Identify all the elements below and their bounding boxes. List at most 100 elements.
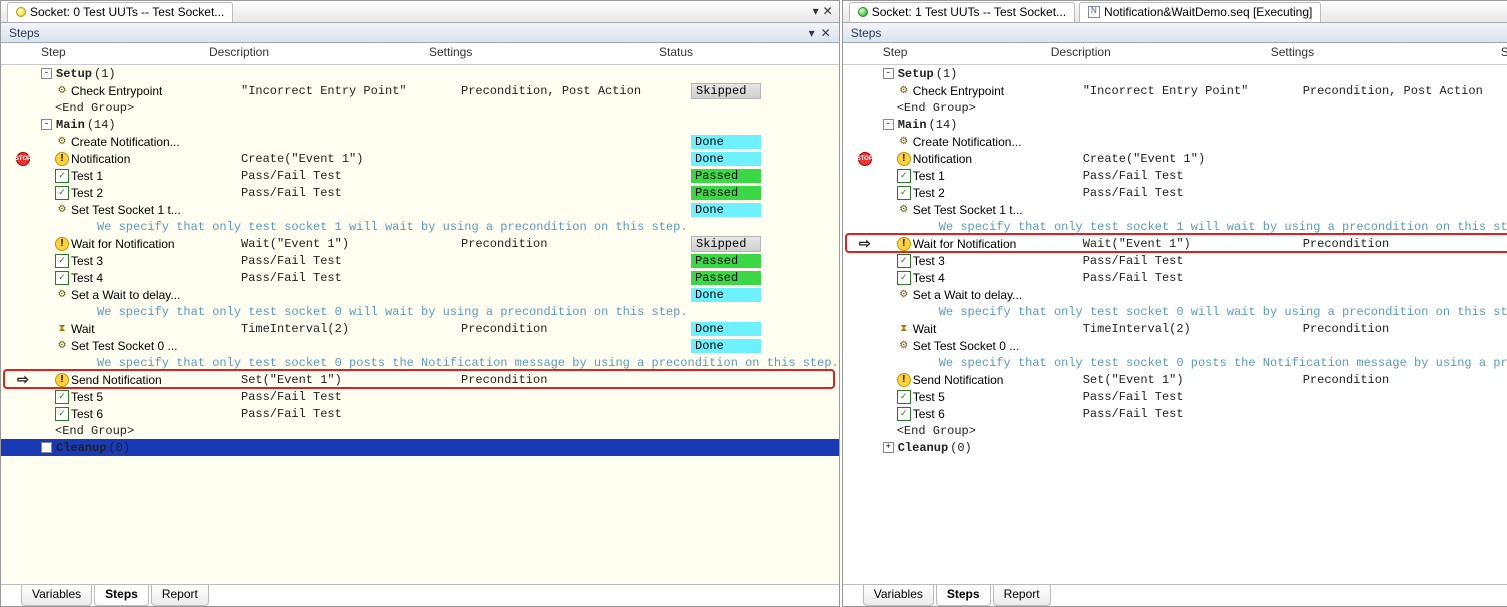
- step-row[interactable]: ✓Test 6Pass/Fail Test: [843, 405, 1507, 422]
- step-settings: Precondition: [461, 322, 691, 336]
- expand-toggle-icon[interactable]: -: [883, 68, 894, 79]
- close-panel-icon[interactable]: ✕: [821, 26, 831, 40]
- col-desc[interactable]: Description: [1043, 43, 1263, 64]
- pin-icon[interactable]: ▾: [813, 4, 819, 19]
- col-settings[interactable]: Settings: [1263, 43, 1493, 64]
- step-name: ✓Test 1: [883, 169, 1083, 183]
- step-row[interactable]: We specify that only test socket 0 will …: [1, 303, 839, 320]
- step-row[interactable]: +Cleanup (0): [1, 439, 839, 456]
- passfail-icon: ✓: [897, 271, 911, 285]
- step-row[interactable]: ⚙Create Notification...Done: [1, 133, 839, 150]
- step-row[interactable]: <End Group>: [1, 99, 839, 116]
- col-step[interactable]: Step: [843, 43, 1043, 64]
- step-row[interactable]: ⧗WaitTimeInterval(2)Precondition: [843, 320, 1507, 337]
- step-settings: Precondition: [1303, 373, 1507, 387]
- step-row[interactable]: STOP!NotificationCreate("Event 1")Done: [1, 150, 839, 167]
- step-status: Done: [691, 339, 761, 353]
- step-row[interactable]: ⚙Set Test Socket 1 t...Done: [843, 201, 1507, 218]
- step-row[interactable]: ✓Test 1Pass/Fail TestPassed: [1, 167, 839, 184]
- tab-steps[interactable]: Steps: [94, 585, 149, 606]
- tab-report[interactable]: Report: [993, 585, 1051, 606]
- step-row[interactable]: ✓Test 2Pass/Fail TestPassed: [1, 184, 839, 201]
- close-icon[interactable]: ✕: [823, 4, 833, 19]
- expand-toggle-icon[interactable]: +: [41, 442, 52, 453]
- col-settings[interactable]: Settings: [421, 43, 651, 64]
- action-icon: ⚙: [897, 135, 911, 149]
- tab-socket-1[interactable]: Socket: 1 Test UUTs -- Test Socket...: [849, 2, 1075, 22]
- step-row[interactable]: ⚙Create Notification...Done: [843, 133, 1507, 150]
- step-row[interactable]: ✓Test 1Pass/Fail TestPassed: [843, 167, 1507, 184]
- breakpoint-icon[interactable]: STOP: [858, 152, 872, 166]
- bottom-tabs: Variables Steps Report: [843, 584, 1507, 606]
- step-row[interactable]: !Wait for NotificationWait("Event 1")Pre…: [1, 235, 839, 252]
- step-row[interactable]: ⚙Set Test Socket 0 ...Done: [1, 337, 839, 354]
- step-row[interactable]: ✓Test 5Pass/Fail Test: [843, 388, 1507, 405]
- col-desc[interactable]: Description: [201, 43, 421, 64]
- step-row[interactable]: ⚙Set Test Socket 0 ...: [843, 337, 1507, 354]
- comment-text: We specify that only test socket 0 will …: [41, 305, 688, 319]
- step-name: <End Group>: [41, 424, 241, 438]
- step-row[interactable]: ⧗WaitTimeInterval(2)PreconditionDone: [1, 320, 839, 337]
- step-row[interactable]: We specify that only test socket 0 posts…: [843, 354, 1507, 371]
- steps-body[interactable]: -Setup (1)⚙Check Entrypoint"Incorrect En…: [1, 65, 839, 584]
- step-row[interactable]: -Setup (1): [843, 65, 1507, 82]
- col-status[interactable]: Status: [651, 43, 839, 64]
- step-row[interactable]: ⇨!Wait for NotificationWait("Event 1")Pr…: [843, 235, 1507, 252]
- step-row[interactable]: <End Group>: [1, 422, 839, 439]
- step-row[interactable]: ✓Test 3Pass/Fail TestPassed: [1, 252, 839, 269]
- dropdown-icon[interactable]: ▾: [809, 26, 815, 40]
- col-step[interactable]: Step: [1, 43, 201, 64]
- step-row[interactable]: ✓Test 4Pass/Fail Test: [843, 269, 1507, 286]
- tab-socket-0[interactable]: Socket: 0 Test UUTs -- Test Socket...: [7, 2, 233, 22]
- step-row[interactable]: We specify that only test socket 0 posts…: [1, 354, 839, 371]
- step-row[interactable]: We specify that only test socket 0 will …: [843, 303, 1507, 320]
- step-row[interactable]: ⚙Set a Wait to delay...Done: [1, 286, 839, 303]
- tab-report[interactable]: Report: [151, 585, 209, 606]
- step-description: Create("Event 1"): [1083, 152, 1303, 166]
- step-row[interactable]: ⚙Set Test Socket 1 t...Done: [1, 201, 839, 218]
- step-row[interactable]: ⚙Check Entrypoint"Incorrect Entry Point"…: [1, 82, 839, 99]
- step-name: ⚙Set a Wait to delay...: [883, 288, 1083, 302]
- expand-toggle-icon[interactable]: -: [883, 119, 894, 130]
- step-row[interactable]: ✓Test 5Pass/Fail Test: [1, 388, 839, 405]
- step-settings: Precondition: [1303, 322, 1507, 336]
- expand-toggle-icon[interactable]: -: [41, 68, 52, 79]
- tab-sequence-file[interactable]: Notification&WaitDemo.seq [Executing]: [1079, 2, 1321, 22]
- step-row[interactable]: -Main (14): [843, 116, 1507, 133]
- step-row[interactable]: -Main (14): [1, 116, 839, 133]
- warning-icon: !: [897, 373, 911, 387]
- step-row[interactable]: +Cleanup (0): [843, 439, 1507, 456]
- step-row[interactable]: ✓Test 3Pass/Fail Test: [843, 252, 1507, 269]
- tab-variables[interactable]: Variables: [21, 585, 92, 606]
- step-description: Pass/Fail Test: [241, 271, 461, 285]
- breakpoint-icon[interactable]: STOP: [16, 152, 30, 166]
- action-icon: ⚙: [897, 84, 911, 98]
- step-row[interactable]: We specify that only test socket 1 will …: [1, 218, 839, 235]
- step-settings: Precondition: [1303, 237, 1507, 251]
- step-row[interactable]: !Send NotificationSet("Event 1")Precondi…: [843, 371, 1507, 388]
- passfail-icon: ✓: [897, 254, 911, 268]
- step-row[interactable]: ✓Test 6Pass/Fail Test: [1, 405, 839, 422]
- step-status: Done: [691, 152, 761, 166]
- col-status[interactable]: Status: [1493, 43, 1507, 64]
- action-icon: ⚙: [897, 288, 911, 302]
- step-row[interactable]: ✓Test 4Pass/Fail TestPassed: [1, 269, 839, 286]
- step-status: Skipped: [691, 83, 761, 99]
- expand-toggle-icon[interactable]: +: [883, 442, 894, 453]
- passfail-icon: ✓: [55, 254, 69, 268]
- expand-toggle-icon[interactable]: -: [41, 119, 52, 130]
- step-row[interactable]: STOP!NotificationCreate("Event 1")Done: [843, 150, 1507, 167]
- tab-steps[interactable]: Steps: [936, 585, 991, 606]
- step-name: !Send Notification: [41, 373, 241, 387]
- step-row[interactable]: We specify that only test socket 1 will …: [843, 218, 1507, 235]
- step-name: ✓Test 1: [41, 169, 241, 183]
- step-row[interactable]: ✓Test 2Pass/Fail TestPassed: [843, 184, 1507, 201]
- step-row[interactable]: ⚙Check Entrypoint"Incorrect Entry Point"…: [843, 82, 1507, 99]
- step-row[interactable]: <End Group>: [843, 422, 1507, 439]
- step-row[interactable]: -Setup (1): [1, 65, 839, 82]
- step-row[interactable]: <End Group>: [843, 99, 1507, 116]
- step-row[interactable]: ⚙Set a Wait to delay...: [843, 286, 1507, 303]
- tab-variables[interactable]: Variables: [863, 585, 934, 606]
- step-row[interactable]: ⇨!Send NotificationSet("Event 1")Precond…: [1, 371, 839, 388]
- steps-body[interactable]: -Setup (1)⚙Check Entrypoint"Incorrect En…: [843, 65, 1507, 584]
